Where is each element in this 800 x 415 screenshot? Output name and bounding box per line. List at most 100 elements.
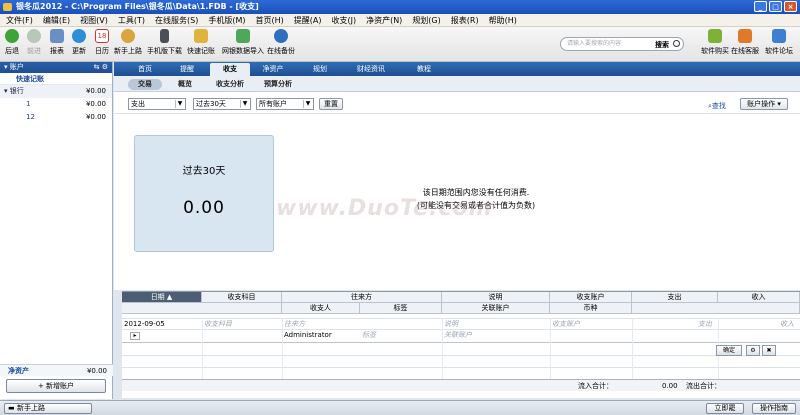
chevron-down-icon: ▼ (303, 100, 312, 108)
sidebar-account-1[interactable]: 1 ¥0.00 (0, 98, 112, 111)
reset-button[interactable]: 重置 (319, 98, 343, 110)
type-select[interactable]: 支出 ▼ (128, 98, 186, 110)
gear-icon[interactable]: ⚙ (746, 345, 760, 356)
menu-net-assets[interactable]: 净资产(N) (366, 15, 402, 26)
totals-bar: 流入合计： 0.00 流出合计： (122, 379, 800, 391)
calendar-button[interactable]: 18 日历 (95, 29, 109, 56)
tab-reminder[interactable]: 提醒 (168, 63, 206, 76)
col-blank-header (122, 303, 282, 314)
col-person-header[interactable]: 收支人 (282, 303, 360, 314)
subtab-analysis[interactable]: 收支分析 (210, 79, 250, 90)
entry-tag-field[interactable]: 标签 (360, 330, 440, 341)
account-amount: ¥0.00 (85, 113, 106, 121)
bank-import-button[interactable]: 网银数据导入 (222, 29, 264, 56)
service-icon (738, 29, 752, 43)
col-blank-header (632, 303, 800, 314)
col-currency-header[interactable]: 币种 (550, 303, 632, 314)
col-date-header[interactable]: 日期 ▲ (122, 292, 202, 303)
menu-reports[interactable]: 报表(R) (451, 15, 479, 26)
menu-edit[interactable]: 编辑(E) (43, 15, 70, 26)
net-assets-row: 净资产 ¥0.00 (0, 364, 113, 376)
quick-entry-button[interactable]: 快速记账 (187, 29, 215, 56)
tab-income-expense[interactable]: 收支 (210, 63, 250, 76)
tab-home[interactable]: 首页 (126, 63, 164, 76)
find-link[interactable]: ⌕查找 (708, 101, 726, 111)
app-icon (3, 3, 12, 11)
close-button[interactable]: × (784, 1, 797, 12)
back-arrow-icon (5, 29, 19, 43)
online-backup-button[interactable]: 在线备份 (267, 29, 295, 56)
sidebar-group-bank[interactable]: ▾ 银行 ¥0.00 (0, 85, 112, 98)
report-icon (50, 29, 64, 43)
watermark: www.DuoTe.com (276, 196, 493, 221)
forward-arrow-icon (27, 29, 41, 43)
menu-view[interactable]: 视图(V) (80, 15, 108, 26)
back-button[interactable]: 后退 (5, 29, 19, 56)
online-service-button[interactable]: 在线客服 (731, 29, 759, 56)
report-button[interactable]: 报表 (50, 29, 64, 56)
subtab-overview[interactable]: 概览 (170, 79, 200, 90)
col-income-header[interactable]: 收入 (718, 292, 800, 303)
beginner-status-button[interactable]: ▬ 新手上路 (4, 403, 92, 414)
menu-help[interactable]: 帮助(H) (489, 15, 517, 26)
mobile-download-button[interactable]: 手机版下载 (147, 29, 182, 56)
add-account-button[interactable]: + 新增账户 (6, 379, 106, 393)
buy-software-button[interactable]: 软件购买 (701, 29, 729, 56)
refresh-button[interactable]: 更新 (72, 29, 86, 56)
quick-entry-link[interactable]: 快速记账 (0, 73, 112, 85)
subtab-transactions[interactable]: 交易 (128, 79, 162, 90)
window-titlebar: 银冬瓜2012 - C:\Program Files\银冬瓜\Data\1.FD… (0, 0, 800, 14)
delete-icon[interactable]: ✖ (762, 345, 776, 356)
entry-person[interactable]: Administrator (282, 330, 358, 341)
chevron-down-icon: ▼ (240, 100, 249, 108)
menu-file[interactable]: 文件(F) (6, 15, 33, 26)
period-summary-card: 过去30天 0.00 (134, 135, 274, 252)
col-party-header[interactable]: 往来方 (282, 292, 442, 303)
summary-label: 过去30天 (182, 166, 226, 177)
sidebar-account-12[interactable]: 12 ¥0.00 (0, 111, 112, 124)
accounts-sidebar: ▾ 账户 ⇆ ⚙ 快速记账 ▾ 银行 ¥0.00 1 ¥0.00 12 ¥0.0… (0, 62, 113, 399)
search-button[interactable]: 搜索 (655, 39, 669, 49)
period-select[interactable]: 过去30天 ▼ (193, 98, 251, 110)
status-bar: ▬ 新手上路 立即罷 操作指南 (0, 400, 800, 415)
menu-reminder[interactable]: 提醒(A) (294, 15, 322, 26)
split-icon[interactable]: ▸ (130, 332, 140, 340)
inflow-value: 0.00 (662, 382, 678, 390)
menu-bar: 文件(F) 编辑(E) 视图(V) 工具(T) 在线服务(S) 手机版(M) 首… (0, 14, 800, 27)
col-linked-header[interactable]: 关联账户 (442, 303, 550, 314)
search-icon (673, 40, 680, 47)
tab-plan[interactable]: 规划 (300, 63, 340, 76)
menu-mobile[interactable]: 手机版(M) (208, 15, 245, 26)
col-desc-header[interactable]: 说明 (442, 292, 550, 303)
col-category-header[interactable]: 收支科目 (202, 292, 282, 303)
account-select[interactable]: 所有账户 ▼ (256, 98, 314, 110)
tab-finance-news[interactable]: 财经资讯 (346, 63, 396, 76)
guide-button[interactable]: 操作指南 (752, 403, 796, 414)
col-expense-header[interactable]: 支出 (632, 292, 718, 303)
search-input[interactable]: 请输入要搜索的内容 (567, 40, 621, 47)
menu-plan[interactable]: 规划(G) (412, 15, 440, 26)
tab-net-assets[interactable]: 净资产 (252, 63, 294, 76)
forum-icon (772, 29, 786, 43)
beginner-button[interactable]: 新手上路 (114, 29, 142, 56)
buy-icon (708, 29, 722, 43)
filter-bar: 支出 ▼ 过去30天 ▼ 所有账户 ▼ 重置 ⌕查找 账户操作 ▾ (114, 92, 800, 114)
col-tag-header[interactable]: 标签 (360, 303, 442, 314)
minimize-button[interactable]: _ (754, 1, 767, 12)
search-box[interactable]: 请输入要搜索的内容 搜索 (560, 37, 684, 51)
subtab-budget[interactable]: 预算分析 (258, 79, 298, 90)
menu-tools[interactable]: 工具(T) (118, 15, 145, 26)
menu-home[interactable]: 首页(H) (255, 15, 283, 26)
now-button[interactable]: 立即罷 (706, 403, 744, 414)
menu-income-expense[interactable]: 收支(J) (331, 15, 356, 26)
menu-online[interactable]: 在线服务(S) (155, 15, 198, 26)
maximize-button[interactable]: □ (769, 1, 782, 12)
account-ops-button[interactable]: 账户操作 ▾ (740, 98, 788, 110)
forum-button[interactable]: 软件论坛 (765, 29, 793, 56)
forward-button[interactable]: 前进 (27, 29, 41, 56)
confirm-button[interactable]: 确定 (716, 345, 742, 356)
entry-linked-field[interactable]: 关联账户 (442, 330, 548, 341)
tab-tutorial[interactable]: 教程 (404, 63, 444, 76)
sidebar-settings-icon[interactable]: ⇆ ⚙ (94, 62, 108, 73)
col-account-header[interactable]: 收支账户 (550, 292, 632, 303)
